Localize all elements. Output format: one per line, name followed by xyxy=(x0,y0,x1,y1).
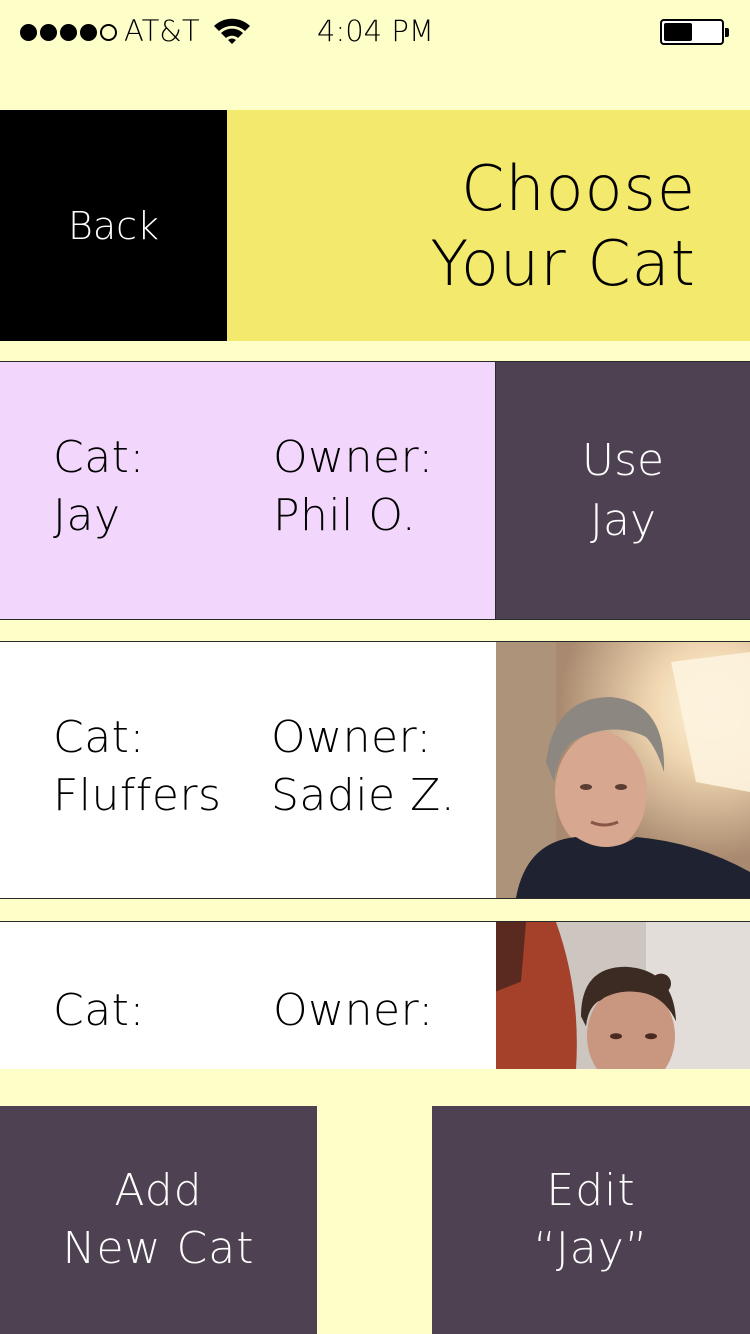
status-bar: AT&T 4:04 PM xyxy=(0,0,750,110)
owner-label: Owner: xyxy=(271,712,432,763)
cat-row-info[interactable]: Cat: Owner: xyxy=(0,922,496,1069)
cat-field: Cat: Jay xyxy=(53,429,145,545)
carrier-name: AT&T xyxy=(124,14,200,48)
cat-field: Cat: Fluffers xyxy=(53,709,221,825)
edit-cat-button-line2: “Jay” xyxy=(533,1223,649,1274)
cat-field: Cat: xyxy=(53,982,145,1040)
owner-field: Owner: xyxy=(273,982,434,1040)
owner-photo[interactable] xyxy=(496,922,750,1069)
use-cat-button-line2: Jay xyxy=(590,494,656,546)
cat-name: Fluffers xyxy=(53,770,222,821)
cat-name: Jay xyxy=(53,490,121,541)
cat-row-fluffers[interactable]: Cat: Fluffers Owner: Sadie Z. xyxy=(0,641,750,899)
owner-name: Sadie Z. xyxy=(271,770,456,821)
edit-cat-button-line1: Edit xyxy=(546,1165,636,1216)
battery-icon xyxy=(660,19,729,45)
owner-photo[interactable] xyxy=(496,642,750,898)
use-cat-button[interactable]: Use Jay xyxy=(496,362,750,619)
cat-label: Cat: xyxy=(53,985,145,1036)
owner-field: Owner: Phil O. xyxy=(273,429,434,545)
page-title-line2: Your Cat xyxy=(430,226,696,300)
cat-row-info[interactable]: Cat: Jay Owner: Phil O. xyxy=(0,362,496,619)
add-new-cat-button-line2: New Cat xyxy=(62,1223,255,1274)
owner-field: Owner: Sadie Z. xyxy=(271,709,455,825)
back-button[interactable]: Back xyxy=(0,110,227,341)
owner-label: Owner: xyxy=(273,985,434,1036)
page-title: Choose Your Cat xyxy=(227,110,750,341)
owner-name: Phil O. xyxy=(273,490,417,541)
signal-strength-icon xyxy=(20,24,117,41)
cat-label: Cat: xyxy=(53,712,145,763)
edit-cat-button[interactable]: Edit “Jay” xyxy=(432,1106,750,1334)
page-title-line1: Choose xyxy=(461,151,696,225)
owner-label: Owner: xyxy=(273,432,434,483)
cat-row-3[interactable]: Cat: Owner: xyxy=(0,921,750,1069)
use-cat-button-line1: Use xyxy=(581,434,665,486)
wifi-icon xyxy=(212,16,252,50)
cat-label: Cat: xyxy=(53,432,145,483)
add-new-cat-button[interactable]: Add New Cat xyxy=(0,1106,317,1334)
cat-row-info[interactable]: Cat: Fluffers Owner: Sadie Z. xyxy=(0,642,496,898)
clock-time: 4:04 PM xyxy=(317,14,434,48)
add-new-cat-button-line1: Add xyxy=(114,1165,203,1216)
cat-row-jay[interactable]: Cat: Jay Owner: Phil O. Use Jay xyxy=(0,361,750,620)
